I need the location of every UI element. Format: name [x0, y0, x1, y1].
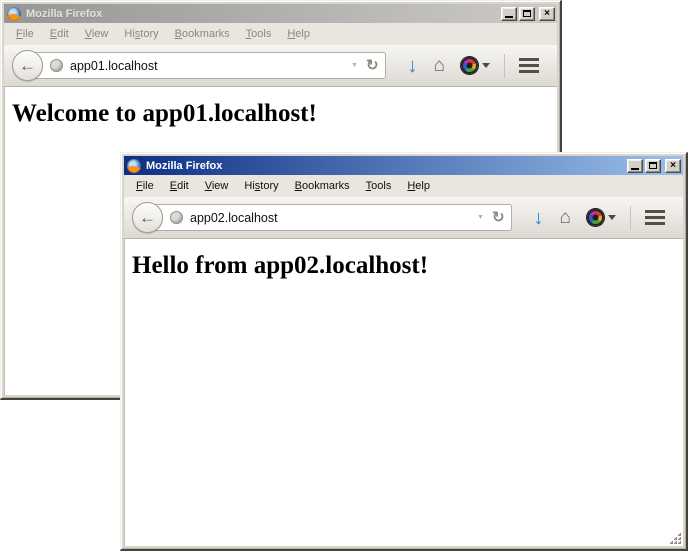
- hamburger-menu-icon[interactable]: [519, 58, 539, 73]
- url-text[interactable]: app01.localhost: [70, 59, 347, 73]
- resize-grip[interactable]: [668, 531, 681, 544]
- navigation-toolbar: ← app01.localhost ▼ ↻ ↓ ⌂: [4, 45, 557, 87]
- url-dropdown-icon[interactable]: ▼: [473, 214, 488, 221]
- menu-bar: File Edit View History Bookmarks Tools H…: [124, 175, 683, 197]
- menu-bar: File Edit View History Bookmarks Tools H…: [4, 23, 557, 45]
- title-bar[interactable]: Mozilla Firefox ×: [4, 4, 557, 23]
- url-bar[interactable]: app02.localhost ▼ ↻: [147, 204, 512, 231]
- minimize-icon: [631, 168, 639, 170]
- chevron-down-icon: [608, 215, 616, 220]
- browser-window-app02: Mozilla Firefox × File Edit View History…: [120, 152, 688, 551]
- close-button[interactable]: ×: [665, 159, 681, 173]
- downloads-icon[interactable]: ↓: [534, 208, 544, 228]
- menu-item-file[interactable]: File: [128, 177, 162, 195]
- back-button[interactable]: ←: [132, 202, 163, 233]
- url-dropdown-icon[interactable]: ▼: [347, 62, 362, 69]
- menu-item-edit[interactable]: Edit: [162, 177, 197, 195]
- home-icon[interactable]: ⌂: [560, 208, 571, 227]
- maximize-icon: [649, 162, 657, 169]
- menu-item-help[interactable]: Help: [279, 25, 318, 43]
- color-wheel-extension-icon: [587, 209, 604, 226]
- back-button[interactable]: ←: [12, 50, 43, 81]
- url-text[interactable]: app02.localhost: [190, 211, 473, 225]
- hamburger-menu-icon[interactable]: [645, 210, 665, 225]
- downloads-icon[interactable]: ↓: [408, 56, 418, 76]
- maximize-button[interactable]: [519, 7, 535, 21]
- maximize-icon: [523, 10, 531, 17]
- home-icon[interactable]: ⌂: [434, 56, 445, 75]
- site-identity-globe-icon[interactable]: [170, 211, 183, 224]
- reload-icon[interactable]: ↻: [362, 58, 379, 73]
- menu-item-history[interactable]: History: [236, 177, 286, 195]
- navigation-toolbar: ← app02.localhost ▼ ↻ ↓ ⌂: [124, 197, 683, 239]
- menu-item-file[interactable]: File: [8, 25, 42, 43]
- toolbar-separator: [504, 54, 505, 78]
- firefox-logo-icon: [127, 159, 141, 173]
- window-title: Mozilla Firefox: [26, 8, 501, 20]
- minimize-button[interactable]: [627, 159, 643, 173]
- reload-icon[interactable]: ↻: [488, 210, 505, 225]
- chevron-down-icon: [482, 63, 490, 68]
- extension-button[interactable]: [587, 209, 616, 226]
- site-identity-globe-icon[interactable]: [50, 59, 63, 72]
- color-wheel-extension-icon: [461, 57, 478, 74]
- close-button[interactable]: ×: [539, 7, 555, 21]
- menu-item-bookmarks[interactable]: Bookmarks: [287, 177, 358, 195]
- menu-item-edit[interactable]: Edit: [42, 25, 77, 43]
- page-heading: Hello from app02.localhost!: [132, 252, 675, 280]
- extension-button[interactable]: [461, 57, 490, 74]
- menu-item-help[interactable]: Help: [399, 177, 438, 195]
- page-content: Hello from app02.localhost!: [124, 239, 683, 546]
- window-title: Mozilla Firefox: [146, 160, 627, 172]
- toolbar-separator: [630, 206, 631, 230]
- minimize-icon: [505, 16, 513, 18]
- page-heading: Welcome to app01.localhost!: [12, 100, 549, 128]
- menu-item-tools[interactable]: Tools: [238, 25, 280, 43]
- url-bar[interactable]: app01.localhost ▼ ↻: [27, 52, 386, 79]
- minimize-button[interactable]: [501, 7, 517, 21]
- menu-item-tools[interactable]: Tools: [358, 177, 400, 195]
- menu-item-view[interactable]: View: [197, 177, 237, 195]
- menu-item-bookmarks[interactable]: Bookmarks: [167, 25, 238, 43]
- menu-item-history[interactable]: History: [116, 25, 166, 43]
- menu-item-view[interactable]: View: [77, 25, 117, 43]
- maximize-button[interactable]: [645, 159, 661, 173]
- firefox-logo-icon: [7, 7, 21, 21]
- title-bar[interactable]: Mozilla Firefox ×: [124, 156, 683, 175]
